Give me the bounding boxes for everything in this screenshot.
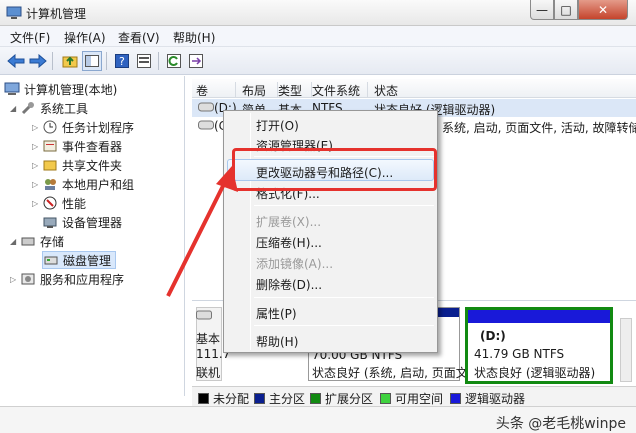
computer-management-icon — [6, 5, 22, 24]
title-bar: 计算机管理 — □ ✕ — [0, 0, 636, 26]
window-title: 计算机管理 — [26, 7, 87, 21]
collapse-icon[interactable]: ◢ — [10, 237, 20, 246]
storage-icon — [20, 233, 36, 249]
up-folder-icon[interactable] — [60, 51, 80, 71]
partition-d-name: (D:) — [480, 329, 506, 343]
col-volume[interactable]: 卷 — [196, 82, 236, 98]
partition-d-size: 41.79 GB NTFS — [474, 347, 565, 361]
shared-folder-icon — [42, 157, 58, 173]
menu-file[interactable]: 文件(F) — [10, 29, 50, 46]
tree-task-scheduler[interactable]: ▷ 任务计划程序 — [32, 118, 134, 136]
menu-help[interactable]: 帮助(H) — [173, 29, 215, 46]
properties-icon[interactable] — [134, 51, 154, 71]
disk-icon — [43, 252, 59, 268]
clock-icon — [42, 119, 58, 135]
help-icon[interactable]: ? — [112, 51, 132, 71]
navigation-tree: 计算机管理(本地) ◢ 系统工具 ▷ 任务计划程序 ▷ 事件查看器 ▷ 共享文件… — [0, 76, 185, 396]
menu-open[interactable]: 打开(O) — [256, 117, 299, 134]
disk-type: 基本 — [196, 332, 221, 346]
status-strip: 头条 @老毛桃winpe — [0, 406, 636, 433]
legend: 未分配 主分区 扩展分区 可用空间 逻辑驱动器 — [192, 386, 636, 406]
menu-shrink-volume[interactable]: 压缩卷(H)... — [256, 234, 322, 251]
minimize-button[interactable]: — — [530, 0, 554, 20]
tree-performance[interactable]: ▷ 性能 — [32, 194, 86, 212]
col-status[interactable]: 状态 — [374, 82, 494, 98]
tree-event-viewer[interactable]: ▷ 事件查看器 — [32, 137, 122, 155]
menu-view[interactable]: 查看(V) — [118, 29, 160, 46]
menu-bar: 文件(F) 操作(A) 查看(V) 帮助(H) — [0, 26, 636, 47]
tree-disk-management[interactable]: 磁盘管理 — [42, 251, 117, 269]
legend-unallocated: 未分配 — [198, 390, 249, 407]
vertical-scrollbar[interactable] — [620, 318, 632, 382]
tree-services[interactable]: ▷ 服务和应用程序 — [10, 270, 124, 288]
back-arrow-icon[interactable] — [6, 51, 26, 71]
menu-action[interactable]: 操作(A) — [64, 29, 106, 46]
highlight-box — [232, 148, 437, 191]
maximize-button[interactable]: □ — [554, 0, 578, 20]
svg-text:?: ? — [119, 55, 125, 68]
device-manager-icon — [42, 214, 58, 230]
legend-extended: 扩展分区 — [310, 390, 373, 407]
menu-help[interactable]: 帮助(H) — [256, 333, 298, 350]
menu-properties[interactable]: 属性(P) — [256, 305, 297, 322]
tree-system-tools[interactable]: ◢ 系统工具 — [10, 99, 88, 117]
tree-local-users[interactable]: ▷ 本地用户和组 — [32, 175, 134, 193]
tree-device-manager[interactable]: 设备管理器 — [42, 213, 122, 231]
tree-root[interactable]: 计算机管理(本地) — [4, 80, 117, 98]
export-list-icon[interactable] — [186, 51, 206, 71]
performance-icon — [42, 195, 58, 211]
disk-icon-small — [196, 309, 212, 323]
forward-arrow-icon[interactable] — [28, 51, 48, 71]
watermark: 头条 @老毛桃winpe — [495, 416, 626, 432]
context-menu: 打开(O) 资源管理器(E) 更改驱动器号和路径(C)... 格式化(F)...… — [223, 110, 438, 353]
menu-delete-volume[interactable]: 删除卷(D)... — [256, 276, 322, 293]
tree-shared-folders[interactable]: ▷ 共享文件夹 — [32, 156, 122, 174]
legend-logical: 逻辑驱动器 — [450, 390, 525, 407]
tools-icon — [20, 100, 36, 116]
drive-icon — [198, 101, 214, 115]
drive-icon — [198, 119, 214, 133]
col-filesystem[interactable]: 文件系统 — [312, 82, 368, 98]
show-tree-icon[interactable] — [82, 51, 102, 71]
legend-primary: 主分区 — [254, 390, 305, 407]
menu-extend-volume: 扩展卷(X)... — [256, 215, 322, 229]
col-type[interactable]: 类型 — [278, 82, 312, 98]
menu-add-mirror: 添加镜像(A)... — [256, 257, 334, 271]
legend-free: 可用空间 — [380, 390, 443, 407]
close-button[interactable]: ✕ — [578, 0, 628, 20]
partition-c-status: 状态良好 (系统, 启动, 页面文 — [312, 366, 468, 380]
toolbar: ? — [0, 47, 636, 75]
volume-list-header: 卷 布局 类型 文件系统 状态 — [192, 79, 636, 98]
collapse-icon[interactable]: ◢ — [10, 104, 20, 113]
partition-d-status: 状态良好 (逻辑驱动器) — [474, 366, 596, 380]
services-icon — [20, 271, 36, 287]
tree-storage[interactable]: ◢ 存储 — [10, 232, 64, 250]
refresh-icon[interactable] — [164, 51, 184, 71]
event-viewer-icon — [42, 138, 58, 154]
annotation-arrow-icon — [166, 166, 238, 297]
computer-icon — [4, 81, 20, 97]
users-icon — [42, 176, 58, 192]
col-layout[interactable]: 布局 — [242, 82, 278, 98]
disk-state: 联机 — [196, 366, 221, 380]
